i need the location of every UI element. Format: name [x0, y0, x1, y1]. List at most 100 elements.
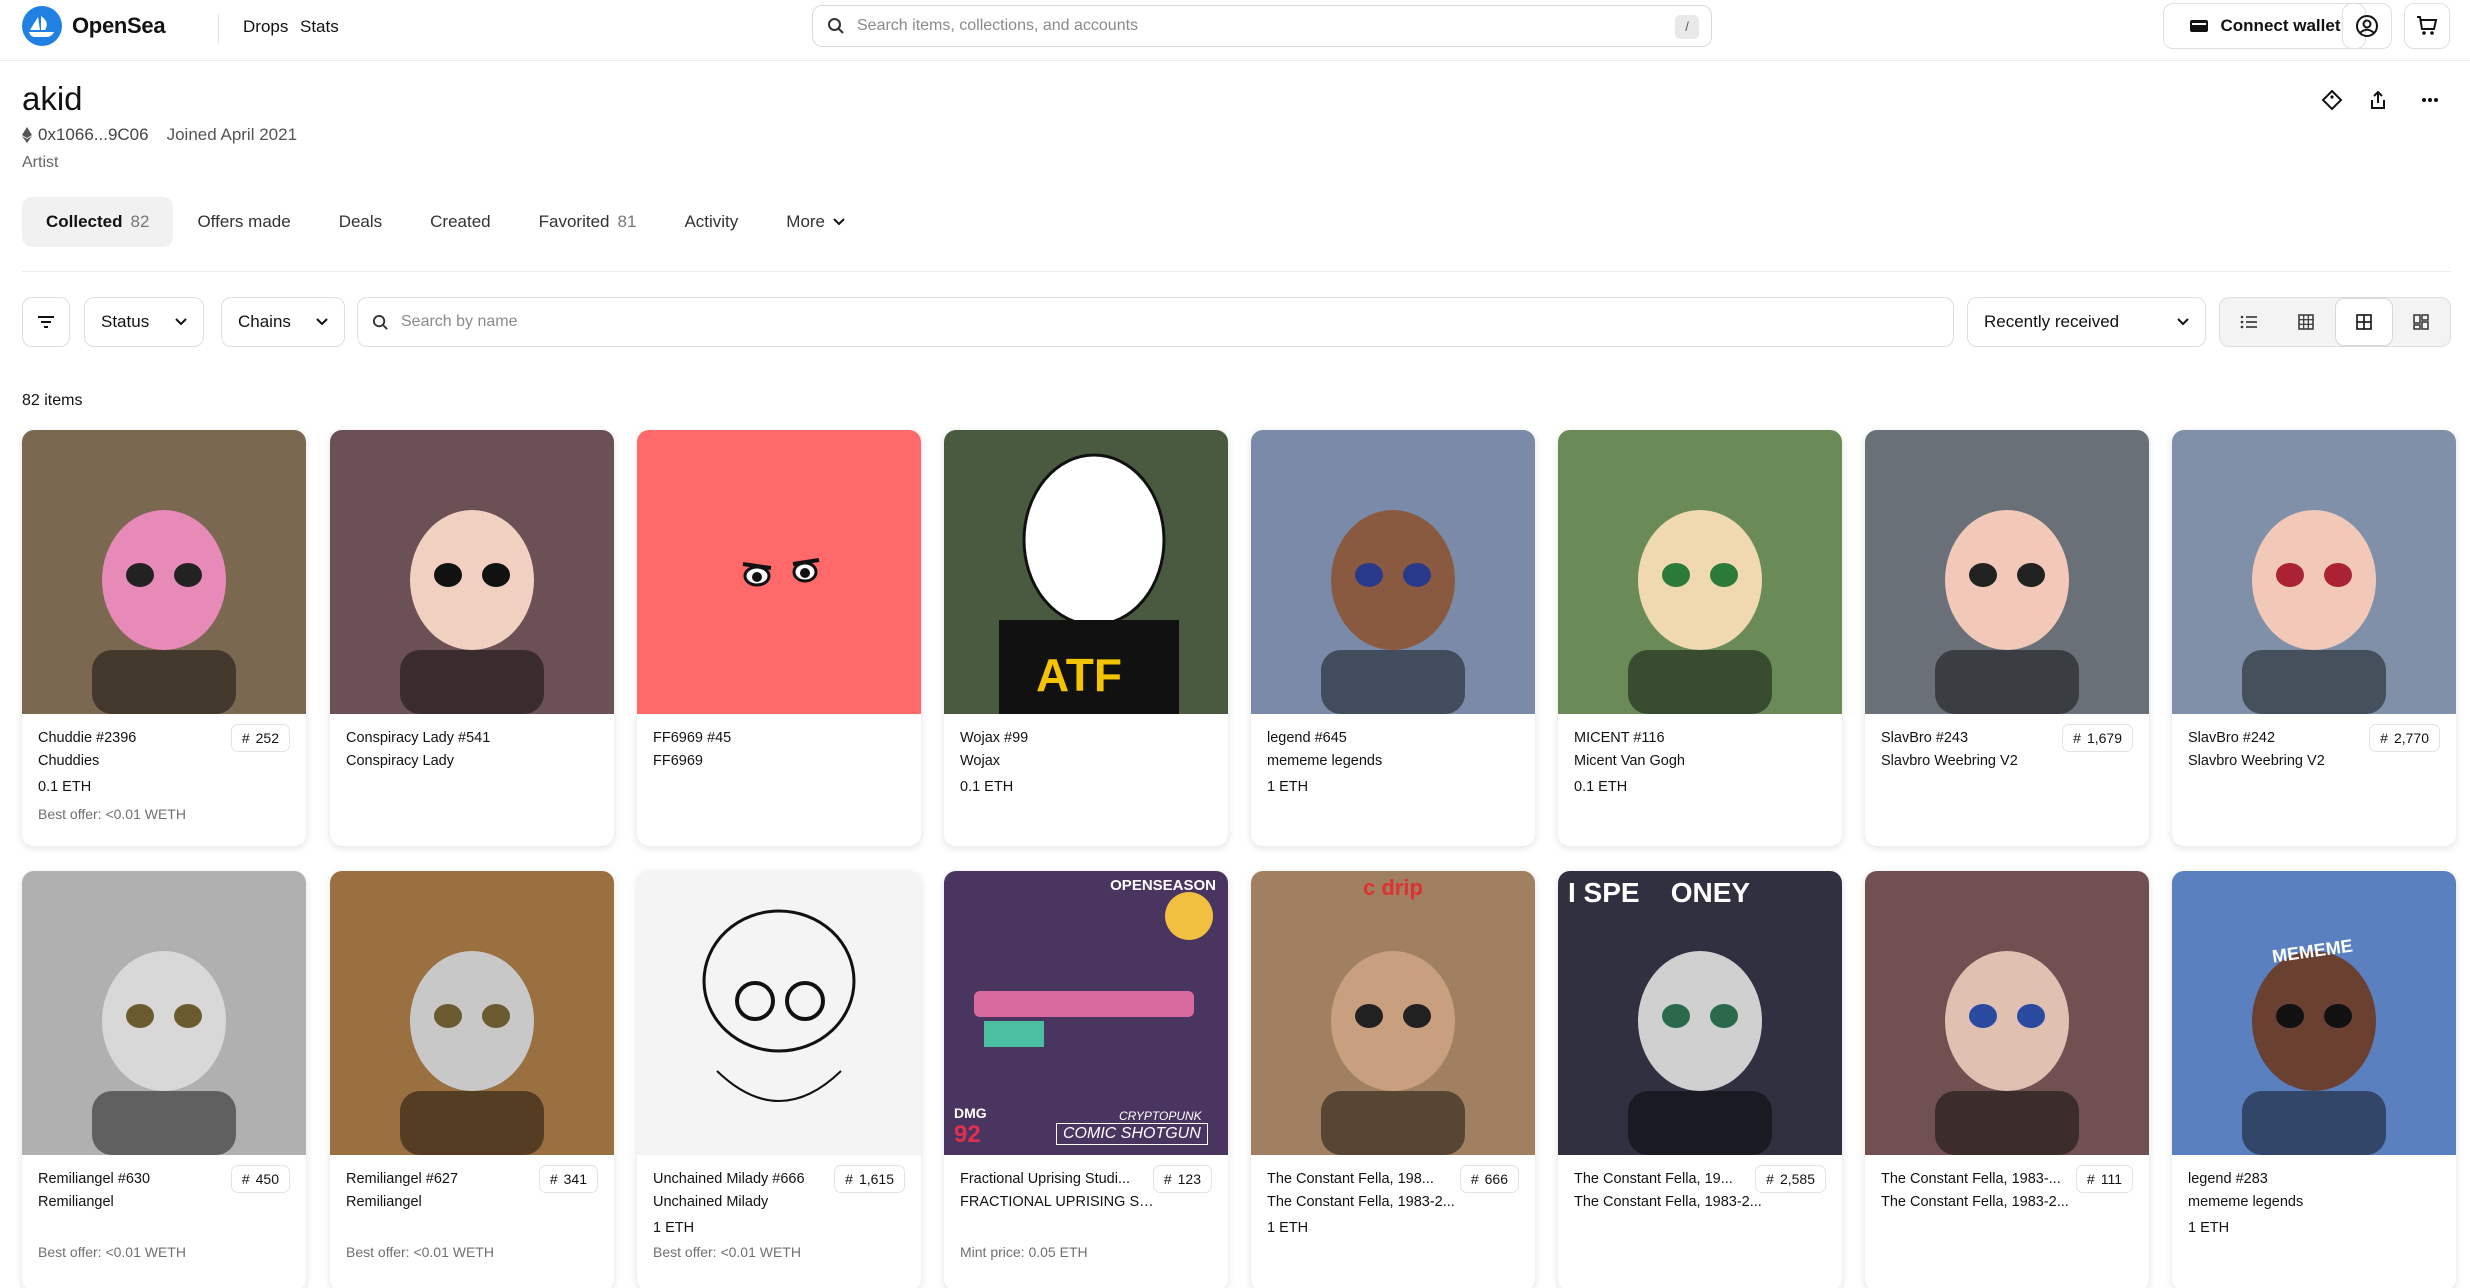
wallet-address[interactable]: 0x1066...9C06: [38, 125, 149, 145]
cart-icon: [2417, 16, 2438, 35]
filter-toggle-button[interactable]: [22, 297, 70, 347]
share-icon: [2371, 90, 2385, 109]
nft-card[interactable]: FF6969 #45 FF6969: [637, 430, 921, 846]
view-list-button[interactable]: [2220, 298, 2278, 346]
tab-activity[interactable]: Activity: [660, 197, 762, 247]
nft-card[interactable]: The Constant Fella, 1983-... The Constant…: [1865, 871, 2149, 1288]
nft-card[interactable]: Chuddie #2396 Chuddies 0.1 ETH Best offer: …: [22, 430, 306, 846]
nft-image[interactable]: [2172, 430, 2456, 714]
rank-hash: #: [845, 1171, 853, 1187]
nft-card[interactable]: OPENSEASON DMG 92 CRYPTOPUNK COMIC SHOTGUN Fr…: [944, 871, 1228, 1288]
connect-wallet-button[interactable]: Connect wallet: [2163, 3, 2366, 49]
nft-best-offer: Mint price: 0.05 ETH: [960, 1244, 1088, 1260]
status-dropdown[interactable]: Status: [84, 297, 204, 347]
nft-title: Wojax #99: [960, 730, 1029, 746]
tab-created[interactable]: Created: [406, 197, 514, 247]
nft-card[interactable]: MEMEME legend #283 mememe legends 1 ETH: [2172, 871, 2456, 1288]
nft-collection: Conspiracy Lady: [346, 753, 454, 769]
nft-collection: The Constant Fella, 1983-2...: [1881, 1194, 2069, 1210]
nft-image[interactable]: [1865, 871, 2149, 1155]
dmg-label: DMG: [954, 1105, 987, 1121]
money-text: I SPE ONEY: [1568, 877, 1751, 908]
nft-image[interactable]: I SPE ONEY: [1558, 871, 1842, 1155]
rank-value: 2,770: [2393, 730, 2429, 746]
view-small-grid-button[interactable]: [2278, 298, 2336, 346]
nav-stats[interactable]: Stats: [300, 17, 339, 37]
nft-card[interactable]: SlavBro #243 Slavbro Weebring V2 #1,679: [1865, 430, 2149, 846]
nft-best-offer: Best offer: <0.01 WETH: [346, 1244, 494, 1260]
rarity-rank-badge: #2,585: [1755, 1165, 1826, 1193]
tab-label: Offers made: [197, 212, 291, 231]
profile-tabs: Collected 82 Offers made Deals Created Fa…: [22, 197, 869, 247]
nft-card[interactable]: Remiliangel #630 Remiliangel Best offer: <…: [22, 871, 306, 1288]
nft-collection: FRACTIONAL UPRISING ST...: [960, 1194, 1155, 1210]
rank-value: 111: [2100, 1171, 2122, 1187]
nft-card[interactable]: ATF Wojax #99 Wojax 0.1 ETH: [944, 430, 1228, 846]
tab-favorited[interactable]: Favorited 81: [515, 197, 661, 247]
nft-image[interactable]: MEMEME: [2172, 871, 2456, 1155]
character-art: [1321, 951, 1465, 1155]
view-large-grid-button[interactable]: [2393, 298, 2451, 346]
tab-label: Favorited: [538, 212, 610, 231]
nft-title: The Constant Fella, 1983-...: [1881, 1171, 2061, 1187]
comic-shotgun-text: COMIC SHOTGUN: [1056, 1123, 1208, 1145]
nft-card[interactable]: I SPE ONEY The Constant Fella, 19... The C…: [1558, 871, 1842, 1288]
nft-image[interactable]: OPENSEASON DMG 92 CRYPTOPUNK COMIC SHOTGUN: [944, 871, 1228, 1155]
nft-card[interactable]: Conspiracy Lady #541 Conspiracy Lady: [330, 430, 614, 846]
nft-collection: The Constant Fella, 1983-2...: [1574, 1194, 1762, 1210]
opensea-logo[interactable]: OpenSea: [22, 6, 166, 46]
nft-card[interactable]: Remiliangel #627 Remiliangel Best offer: <…: [330, 871, 614, 1288]
character-art: [400, 951, 544, 1155]
name-search-input[interactable]: Search by name: [357, 297, 1954, 347]
nft-image[interactable]: [1558, 430, 1842, 714]
nft-card[interactable]: MICENT #116 Micent Van Gogh 0.1 ETH: [1558, 430, 1842, 846]
more-options-button[interactable]: [2416, 86, 2444, 114]
nft-best-offer: Best offer: <0.01 WETH: [653, 1244, 801, 1260]
nft-image[interactable]: [330, 871, 614, 1155]
share-button[interactable]: [2364, 86, 2392, 114]
nft-card[interactable]: SlavBro #242 Slavbro Weebring V2 #2,770: [2172, 430, 2456, 846]
tab-count: 81: [617, 212, 637, 231]
nft-image[interactable]: [1251, 430, 1535, 714]
profile-button[interactable]: [2342, 3, 2392, 49]
chains-dropdown[interactable]: Chains: [221, 297, 345, 347]
tab-offers-made[interactable]: Offers made: [173, 197, 314, 247]
nav-drops[interactable]: Drops: [243, 17, 288, 37]
nft-title: Remiliangel #630: [38, 1171, 151, 1187]
character-art: [400, 510, 544, 714]
nft-image[interactable]: [22, 871, 306, 1155]
nft-image[interactable]: ATF: [944, 430, 1228, 714]
nft-image[interactable]: [22, 430, 306, 714]
global-search-input[interactable]: Search items, collections, and accounts …: [812, 5, 1712, 47]
nft-card[interactable]: legend #645 mememe legends 1 ETH: [1251, 430, 1535, 846]
character-art: [2242, 951, 2386, 1155]
offers-button[interactable]: [2318, 86, 2346, 114]
nft-collection: Wojax: [960, 753, 1001, 769]
character-art: [1321, 510, 1465, 714]
nft-image[interactable]: [330, 430, 614, 714]
tab-deals[interactable]: Deals: [315, 197, 406, 247]
nft-price: 0.1 ETH: [38, 779, 92, 795]
character-art: [92, 951, 236, 1155]
rank-hash: #: [2073, 730, 2081, 746]
chevron-down-icon: [833, 218, 845, 226]
nft-card[interactable]: Unchained Milady #666 Unchained Milady 1 E…: [637, 871, 921, 1288]
nft-collection: Unchained Milady: [653, 1194, 769, 1210]
nft-title: Unchained Milady #666: [653, 1171, 805, 1187]
character-art: [1935, 510, 2079, 714]
tab-more[interactable]: More: [762, 197, 869, 247]
rank-value: 450: [255, 1171, 279, 1187]
tab-label: More: [786, 212, 826, 231]
sort-dropdown[interactable]: Recently received: [1967, 297, 2206, 347]
tab-collected[interactable]: Collected 82: [22, 197, 174, 247]
rarity-rank-badge: #1,615: [834, 1165, 905, 1193]
nft-image[interactable]: c drip: [1251, 871, 1535, 1155]
cart-button[interactable]: [2404, 3, 2450, 49]
nft-image[interactable]: [637, 430, 921, 714]
nft-image[interactable]: [637, 871, 921, 1155]
view-grid-button[interactable]: [2335, 298, 2393, 346]
nft-card[interactable]: c drip The Constant Fella, 198... The Cons…: [1251, 871, 1535, 1288]
sketch-art: [702, 909, 856, 1102]
nft-image[interactable]: [1865, 430, 2149, 714]
nft-title: Remiliangel #627: [346, 1171, 459, 1187]
